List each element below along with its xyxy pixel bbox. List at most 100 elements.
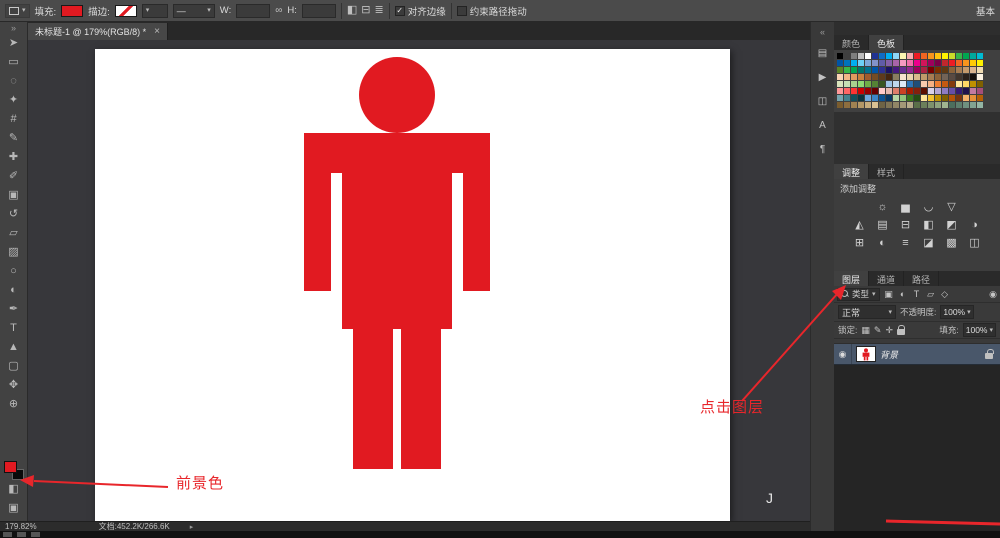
color-swatch[interactable] [921,67,927,73]
color-swatch[interactable] [949,60,955,66]
color-swatch[interactable] [893,81,899,87]
constrain-drag-checkbox[interactable]: 约束路径拖动 [457,4,527,18]
exposure-icon[interactable]: ▽ [944,199,960,214]
color-swatch[interactable] [928,102,934,108]
color-swatch[interactable] [942,81,948,87]
color-swatch[interactable] [844,74,850,80]
color-swatch[interactable] [914,67,920,73]
color-swatch[interactable] [949,81,955,87]
color-swatch[interactable] [893,74,899,80]
color-swatch[interactable] [872,53,878,59]
color-swatch[interactable] [963,88,969,94]
color-swatch[interactable] [956,67,962,73]
color-swatch[interactable] [907,81,913,87]
color-swatch[interactable] [879,95,885,101]
color-swatch[interactable] [921,60,927,66]
color-swatch[interactable] [837,60,843,66]
color-swatch[interactable] [858,102,864,108]
color-swatch[interactable] [928,74,934,80]
color-swatch[interactable] [851,102,857,108]
color-swatch[interactable] [837,95,843,101]
color-swatch[interactable] [970,53,976,59]
color-swatch[interactable] [900,88,906,94]
color-swatch[interactable] [956,81,962,87]
clone-stamp-tool[interactable]: ▣ [2,186,26,205]
color-swatch[interactable] [851,81,857,87]
color-swatch[interactable] [858,95,864,101]
color-swatch[interactable] [977,60,983,66]
color-swatch[interactable] [949,102,955,108]
tab-styles[interactable]: 样式 [869,164,904,179]
filter-toggle-icon[interactable]: ◉ [989,289,997,300]
color-swatch[interactable] [935,102,941,108]
path-alignment-icon[interactable]: ⊟ [361,5,370,16]
filter-adjustment-layers-icon[interactable]: ◐ [897,288,909,301]
color-swatch[interactable] [914,60,920,66]
quick-selection-tool[interactable]: ✦ [2,91,26,110]
history-panel-icon[interactable]: ▤ [814,46,832,60]
opacity-value[interactable]: 100% ▾ [940,305,973,319]
color-swatch[interactable] [837,74,843,80]
clone-source-panel-icon[interactable]: ◫ [814,94,832,108]
color-swatch[interactable] [970,74,976,80]
color-swatch[interactable] [844,88,850,94]
color-swatch[interactable] [935,81,941,87]
color-swatch[interactable] [907,102,913,108]
type-tool[interactable]: T [2,319,26,338]
paragraph-panel-icon[interactable]: ¶ [814,142,832,156]
color-swatch[interactable] [928,67,934,73]
stroke-color-swatch[interactable] [115,5,137,17]
color-swatch[interactable] [977,74,983,80]
color-swatch[interactable] [963,81,969,87]
color-swatch[interactable] [977,95,983,101]
quick-mask-icon[interactable]: ◧ [2,480,26,499]
taskbar-icon[interactable] [17,532,26,537]
color-swatch[interactable] [914,53,920,59]
color-swatch[interactable] [893,53,899,59]
color-swatch[interactable] [963,67,969,73]
color-swatch[interactable] [837,53,843,59]
color-swatch[interactable] [851,95,857,101]
color-swatch[interactable] [949,53,955,59]
color-swatch[interactable] [886,60,892,66]
color-swatch[interactable] [865,95,871,101]
color-swatch[interactable] [928,53,934,59]
width-input[interactable] [236,4,270,18]
color-swatch[interactable] [851,60,857,66]
color-swatch[interactable] [844,53,850,59]
history-brush-tool[interactable]: ↺ [2,205,26,224]
color-swatch[interactable] [858,81,864,87]
lock-all-icon[interactable] [897,329,905,335]
stroke-width-select[interactable]: ▾ [142,4,168,18]
color-swatch[interactable] [963,53,969,59]
color-balance-icon[interactable]: ⊟ [898,217,914,232]
taskbar-icon[interactable] [31,532,40,537]
color-swatch[interactable] [865,102,871,108]
color-swatch[interactable] [956,74,962,80]
healing-brush-tool[interactable]: ✚ [2,148,26,167]
color-swatch[interactable] [914,81,920,87]
color-swatch[interactable] [865,88,871,94]
color-swatch[interactable] [851,74,857,80]
toolbar-collapse-icon[interactable]: » [2,23,26,34]
zoom-level[interactable]: 179.82% [5,522,37,531]
color-swatch[interactable] [921,88,927,94]
color-swatch[interactable] [942,67,948,73]
tab-channels[interactable]: 通道 [869,271,904,286]
filter-type-layers-icon[interactable]: T [911,288,923,301]
marquee-tool[interactable]: ▭ [2,53,26,72]
move-tool[interactable]: ➤ [2,34,26,53]
color-swatch[interactable] [928,81,934,87]
workspace-switcher[interactable]: 基本 [976,4,995,18]
color-swatch[interactable] [942,53,948,59]
link-dimensions-icon[interactable]: ∞ [275,6,282,16]
color-swatch[interactable] [879,81,885,87]
color-swatch[interactable] [872,81,878,87]
collapse-panels-icon[interactable]: « [814,27,832,36]
eraser-tool[interactable]: ▱ [2,224,26,243]
color-swatch[interactable] [858,60,864,66]
color-swatch[interactable] [865,74,871,80]
color-swatch[interactable] [970,88,976,94]
color-swatch[interactable] [844,102,850,108]
color-swatch[interactable] [900,95,906,101]
